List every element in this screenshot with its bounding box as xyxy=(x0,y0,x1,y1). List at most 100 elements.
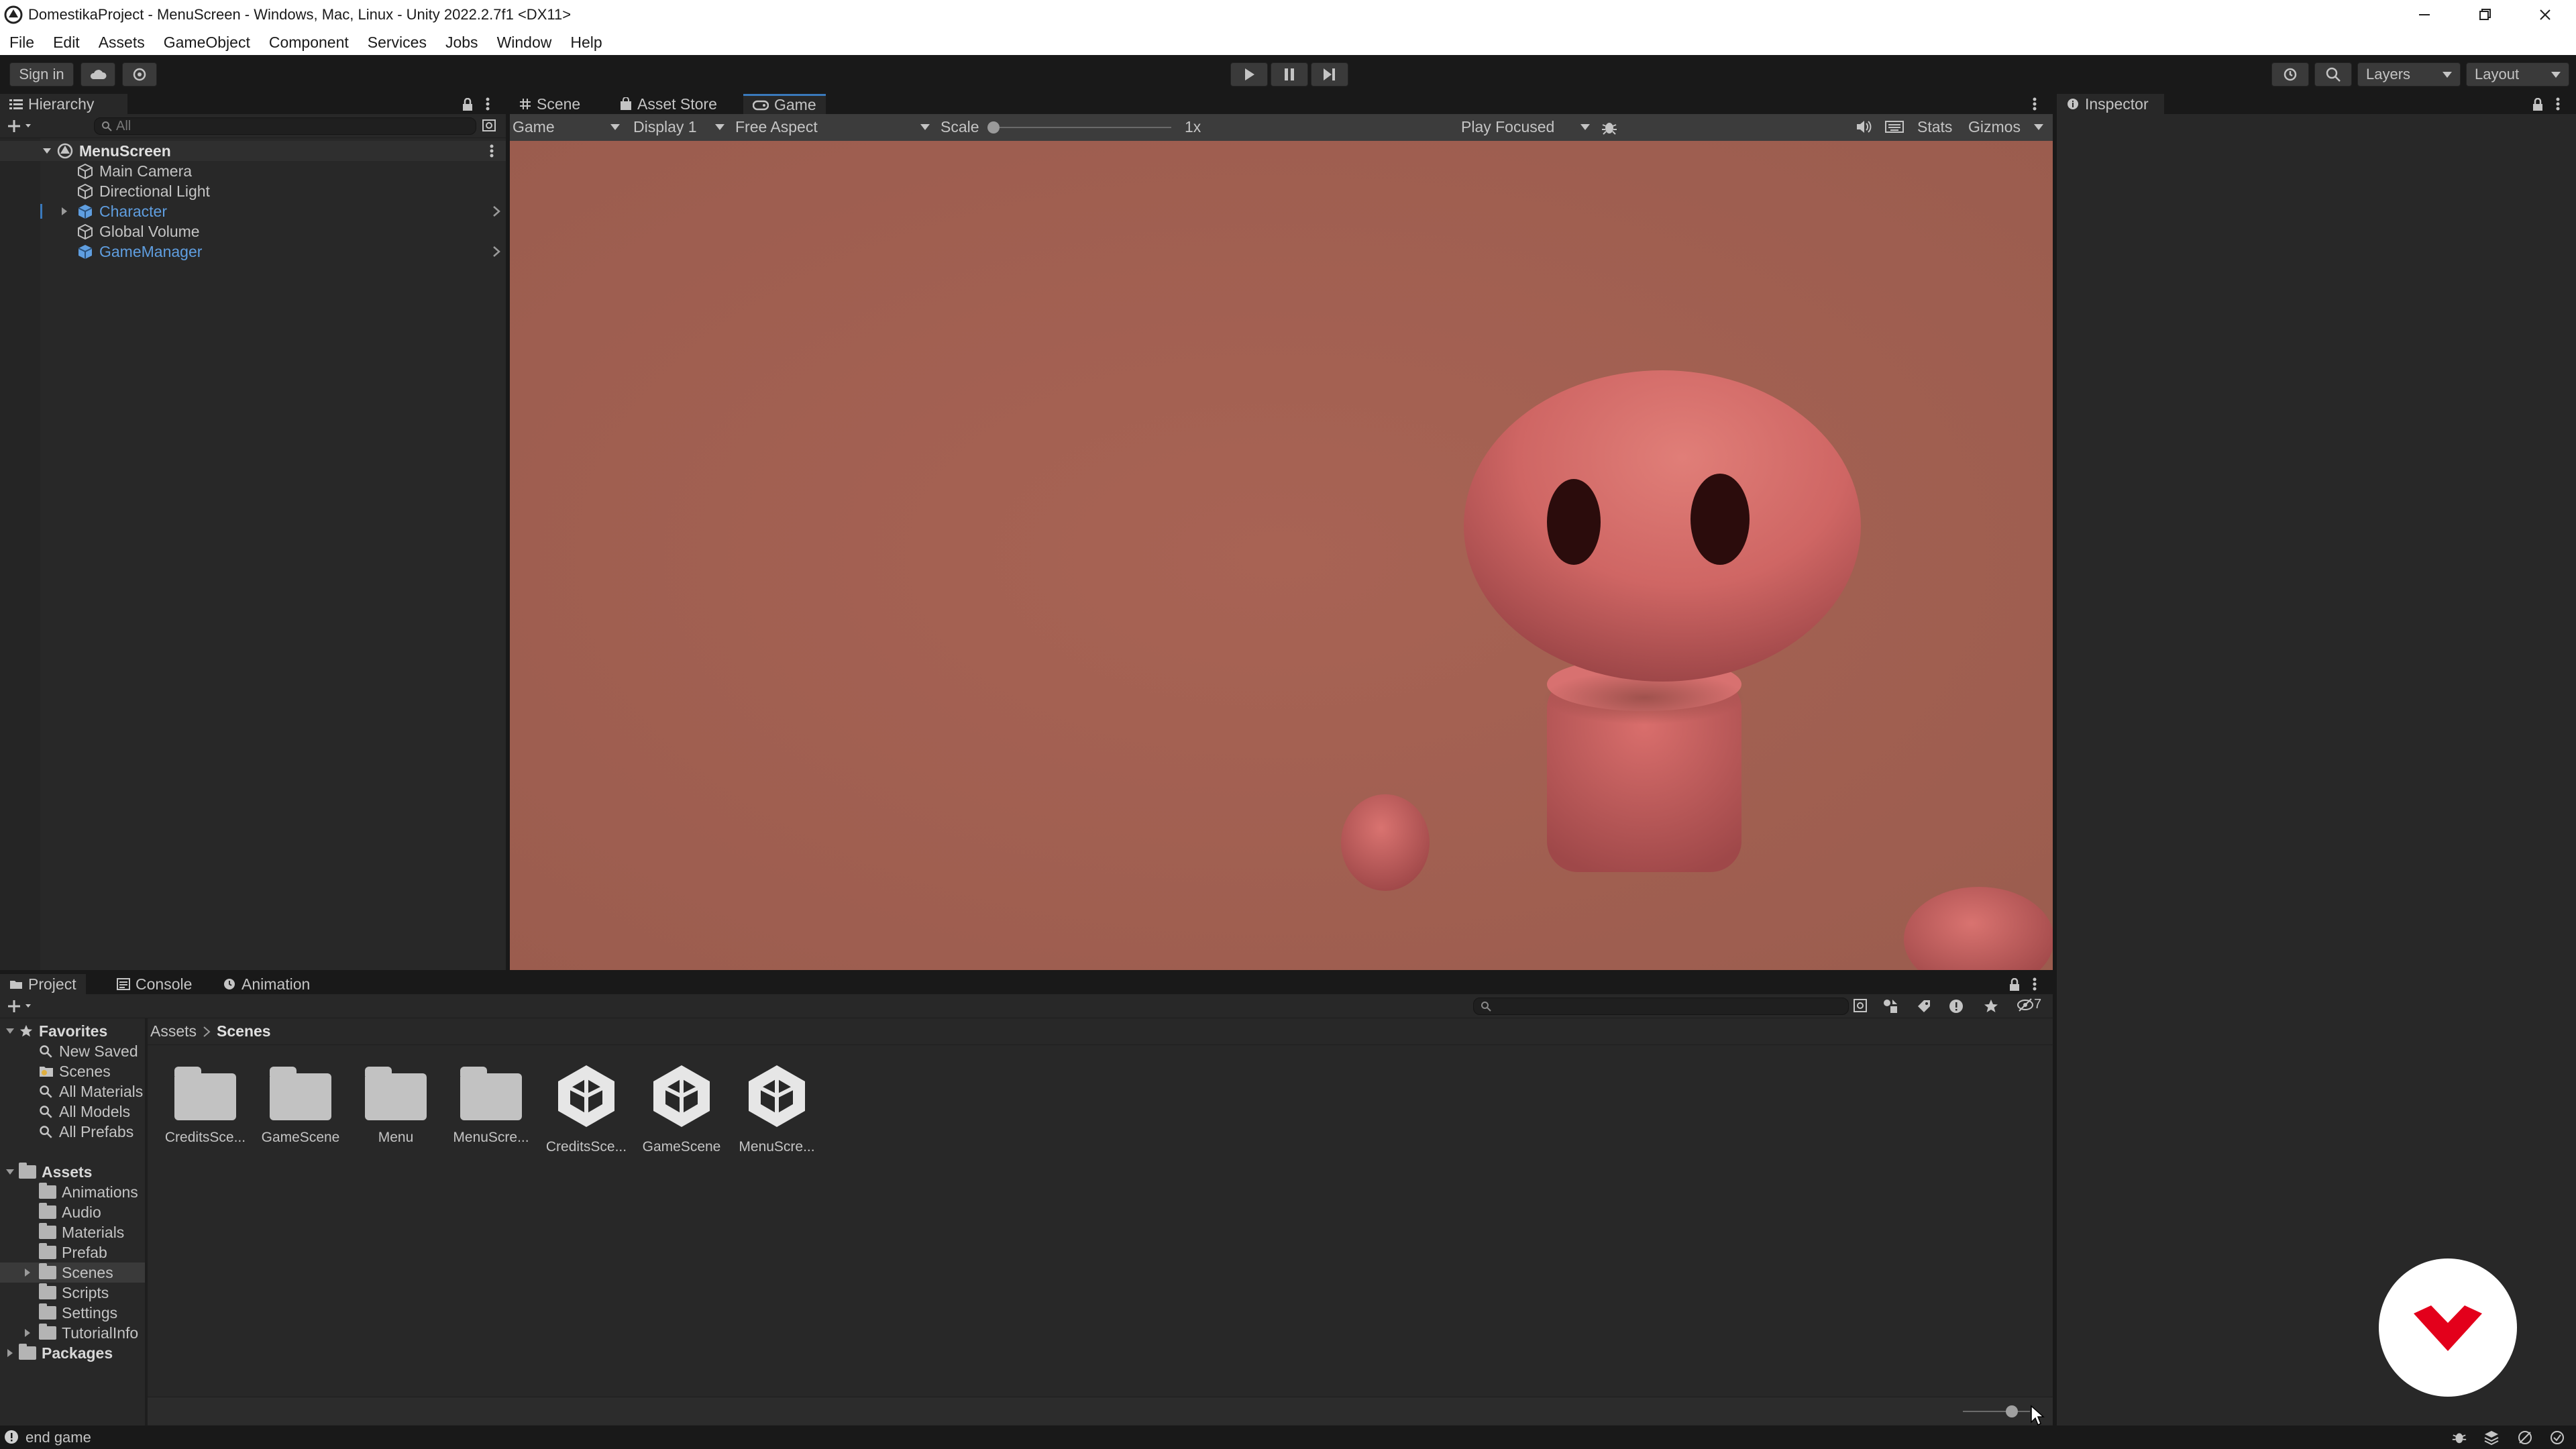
tab-animation[interactable]: Animation xyxy=(213,974,319,994)
breadcrumb-scenes[interactable]: Scenes xyxy=(217,1022,271,1040)
speaker-icon[interactable] xyxy=(1856,119,1872,134)
tab-inspector[interactable]: Inspector xyxy=(2057,94,2164,114)
favorite-item-all-models[interactable]: All Models xyxy=(0,1102,145,1122)
game-mode-dropdown[interactable]: Game xyxy=(513,118,620,136)
keyboard-icon[interactable] xyxy=(1885,120,1904,133)
hierarchy-search-input[interactable]: All xyxy=(94,117,476,135)
hierarchy-item-character[interactable]: Character xyxy=(0,201,506,221)
kebab-menu-icon[interactable] xyxy=(2031,97,2038,111)
folder-item-scripts[interactable]: Scripts xyxy=(0,1283,145,1303)
folder-item-settings[interactable]: Settings xyxy=(0,1303,145,1323)
favorite-item-all-materials[interactable]: All Materials xyxy=(0,1081,145,1102)
layers-dropdown[interactable]: Layers xyxy=(2357,62,2461,87)
tab-project[interactable]: Project xyxy=(0,974,86,994)
aspect-dropdown[interactable]: Free Aspect xyxy=(735,118,930,136)
auto-generate-lighting-icon[interactable] xyxy=(2517,1430,2533,1446)
kebab-menu-icon[interactable] xyxy=(2031,977,2038,991)
menu-services[interactable]: Services xyxy=(368,34,427,52)
search-options-icon[interactable] xyxy=(482,119,498,133)
status-message[interactable]: end game xyxy=(25,1429,91,1446)
folder-item-prefab[interactable]: Prefab xyxy=(0,1242,145,1263)
asset-folder[interactable]: GameScene xyxy=(254,1063,347,1163)
asset-scene[interactable]: GameScene xyxy=(635,1063,729,1163)
search-by-type-icon[interactable] xyxy=(1853,998,1869,1014)
menu-edit[interactable]: Edit xyxy=(53,34,80,52)
menu-file[interactable]: File xyxy=(9,34,34,52)
folder-item-materials[interactable]: Materials xyxy=(0,1222,145,1242)
tab-hierarchy[interactable]: Hierarchy xyxy=(0,94,127,114)
favorite-item-all-prefabs[interactable]: All Prefabs xyxy=(0,1122,145,1142)
folder-item-tutorialinfo[interactable]: TutorialInfo xyxy=(0,1323,145,1343)
tab-asset-store[interactable]: Asset Store xyxy=(610,94,727,114)
asset-scene[interactable]: MenuScre... xyxy=(730,1063,824,1163)
filter-by-type-icon[interactable] xyxy=(1882,998,1898,1014)
chevron-down-icon[interactable] xyxy=(2034,124,2043,130)
hidden-count-toggle[interactable]: 7 xyxy=(2017,997,2041,1012)
create-asset-button[interactable] xyxy=(7,998,35,1014)
minimize-button[interactable] xyxy=(2395,0,2454,30)
asset-folder[interactable]: MenuScre... xyxy=(444,1063,538,1163)
tab-scene[interactable]: Scene xyxy=(510,94,590,114)
check-circle-icon[interactable] xyxy=(2549,1430,2565,1446)
close-button[interactable] xyxy=(2516,0,2575,30)
scene-row[interactable]: MenuScreen xyxy=(0,141,506,161)
lock-icon[interactable] xyxy=(462,98,474,111)
icon-size-slider[interactable] xyxy=(1963,1405,2030,1417)
stats-button[interactable]: Stats xyxy=(1917,118,1952,136)
favorite-item-new-saved[interactable]: New Saved xyxy=(0,1041,145,1061)
project-search-input[interactable] xyxy=(1473,998,1849,1015)
lock-icon[interactable] xyxy=(2532,98,2544,111)
favorite-item-scenes[interactable]: Scenes xyxy=(0,1061,145,1081)
maximize-button[interactable] xyxy=(2455,0,2514,30)
debug-bug-icon[interactable] xyxy=(2451,1430,2467,1446)
star-icon[interactable] xyxy=(1983,998,1999,1014)
menu-component[interactable]: Component xyxy=(269,34,349,52)
play-button[interactable] xyxy=(1230,62,1268,87)
chevron-right-icon[interactable] xyxy=(492,205,500,217)
favorites-header[interactable]: Favorites xyxy=(0,1021,145,1041)
game-render-view[interactable] xyxy=(510,141,2053,970)
menu-assets[interactable]: Assets xyxy=(99,34,145,52)
menu-window[interactable]: Window xyxy=(497,34,552,52)
menu-jobs[interactable]: Jobs xyxy=(445,34,478,52)
hierarchy-item-global-volume[interactable]: Global Volume xyxy=(0,221,506,241)
asset-scene[interactable]: CreditsSce... xyxy=(539,1063,633,1163)
search-button[interactable] xyxy=(2314,62,2352,87)
hierarchy-item-directional-light[interactable]: Directional Light xyxy=(0,181,506,201)
bug-icon[interactable] xyxy=(1601,119,1618,136)
scale-slider[interactable] xyxy=(987,121,1171,133)
kebab-menu-icon[interactable] xyxy=(484,97,491,111)
folder-item-audio[interactable]: Audio xyxy=(0,1202,145,1222)
kebab-menu-icon[interactable] xyxy=(488,144,495,158)
kebab-menu-icon[interactable] xyxy=(2555,97,2561,111)
hierarchy-item-main-camera[interactable]: Main Camera xyxy=(0,161,506,181)
pause-button[interactable] xyxy=(1271,62,1308,87)
breadcrumb-assets[interactable]: Assets xyxy=(150,1022,197,1040)
cloud-button[interactable] xyxy=(80,62,115,87)
gizmos-button[interactable]: Gizmos xyxy=(1968,118,2021,136)
splitter[interactable] xyxy=(145,1018,148,1426)
folder-item-scenes[interactable]: Scenes xyxy=(0,1263,145,1283)
step-button[interactable] xyxy=(1311,62,1348,87)
label-tag-icon[interactable] xyxy=(1916,998,1932,1014)
folder-item-animations[interactable]: Animations xyxy=(0,1182,145,1202)
hierarchy-item-gamemanager[interactable]: GameManager xyxy=(0,241,506,262)
create-button[interactable] xyxy=(7,118,35,134)
icon-size-slider-thumb[interactable] xyxy=(2006,1405,2018,1417)
menu-gameobject[interactable]: GameObject xyxy=(164,34,250,52)
lock-icon[interactable] xyxy=(2008,978,2021,991)
tab-console[interactable]: Console xyxy=(107,974,201,994)
packages-header[interactable]: Packages xyxy=(0,1343,145,1363)
collab-button[interactable] xyxy=(122,62,157,87)
chevron-right-icon[interactable] xyxy=(492,246,500,258)
display-dropdown[interactable]: Display 1 xyxy=(633,118,724,136)
menu-help[interactable]: Help xyxy=(570,34,602,52)
layers-stack-icon[interactable] xyxy=(2483,1430,2500,1446)
layout-dropdown[interactable]: Layout xyxy=(2466,62,2569,87)
assets-header[interactable]: Assets xyxy=(0,1162,145,1182)
asset-folder[interactable]: CreditsSce... xyxy=(158,1063,252,1163)
expand-arrow-icon[interactable] xyxy=(59,206,70,217)
warning-icon[interactable] xyxy=(1948,998,1964,1014)
sign-in-button[interactable]: Sign in xyxy=(9,62,74,87)
tab-game[interactable]: Game xyxy=(743,94,826,114)
